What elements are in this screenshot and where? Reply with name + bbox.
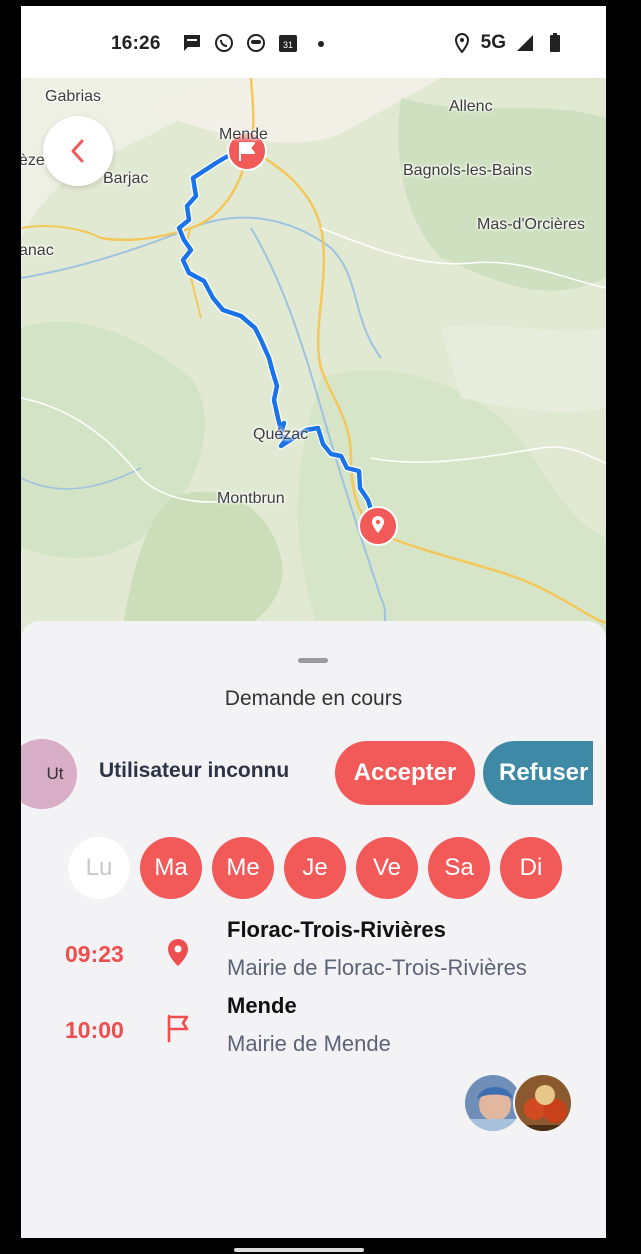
refuse-button-clip: Refuser	[483, 741, 593, 805]
signal-icon	[514, 32, 536, 54]
map-label-gabrias: Gabrias	[45, 88, 102, 105]
status-bar: 16:26 31 5G	[21, 6, 606, 78]
arrival-place: Mairie de Mende	[227, 1031, 391, 1056]
refuse-button[interactable]: Refuser	[483, 741, 593, 805]
passenger-avatars	[463, 1073, 583, 1137]
location-icon	[451, 32, 473, 54]
day-lu[interactable]: Lu	[68, 837, 130, 899]
map-label-barjac: Barjac	[103, 170, 149, 187]
sheet-title: Demande en cours	[224, 687, 403, 710]
map-label-mende: Mende	[219, 126, 268, 143]
message-icon	[181, 32, 203, 54]
avatar[interactable]	[513, 1073, 573, 1133]
day-ve[interactable]: Ve	[356, 837, 418, 899]
departure-place: Mairie de Florac-Trois-Rivières	[227, 955, 527, 980]
day-sa[interactable]: Sa	[428, 837, 490, 899]
map-label-eze: èze	[21, 152, 45, 169]
system-status: 5G	[451, 32, 566, 54]
day-me[interactable]: Me	[212, 837, 274, 899]
arrival-stop: 10:00 Mende Mairie de Mende	[21, 993, 606, 1073]
map-label-mas-dorcieres: Mas-d'Orcières	[477, 216, 585, 233]
map-label-montbrun: Montbrun	[217, 490, 285, 507]
day-je[interactable]: Je	[284, 837, 346, 899]
phone-screen: 16:26 31 5G Gabrias Allenc Mende èze Bar…	[21, 6, 606, 1238]
day-di[interactable]: Di	[500, 837, 562, 899]
departure-city: Florac-Trois-Rivières	[227, 917, 446, 942]
system-nav-handle[interactable]	[234, 1248, 364, 1252]
arrival-city: Mende	[227, 993, 297, 1018]
request-user-row: Ut Utilisateur inconnu Accepter Refuser	[21, 735, 606, 809]
status-time: 16:26	[111, 33, 161, 54]
start-marker[interactable]	[358, 506, 398, 546]
departure-stop: 09:23 Florac-Trois-Rivières Mairie de Fl…	[21, 917, 606, 997]
departure-time: 09:23	[65, 941, 124, 967]
flag-icon	[167, 1014, 189, 1043]
arrival-time: 10:00	[65, 1017, 124, 1043]
back-button[interactable]	[43, 116, 113, 186]
map-label-anac: anac	[21, 242, 54, 259]
sheet-drag-handle[interactable]	[298, 658, 328, 663]
battery-icon	[544, 32, 566, 54]
chevron-left-icon	[71, 139, 84, 163]
map-label-allenc: Allenc	[449, 98, 493, 115]
bottom-sheet: Demande en cours Ut Utilisateur inconnu …	[21, 621, 606, 1238]
map-label-bagnols: Bagnols-les-Bains	[403, 162, 532, 179]
notification-icons: 31	[181, 32, 299, 54]
location-pin-icon	[168, 939, 188, 966]
calendar-day: 31	[283, 40, 293, 50]
more-notifications-dot	[318, 41, 324, 47]
day-ma[interactable]: Ma	[140, 837, 202, 899]
face-icon	[245, 32, 267, 54]
weekday-selector: Lu Ma Me Je Ve Sa Di	[68, 837, 562, 899]
whatsapp-icon	[213, 32, 235, 54]
calendar-icon: 31	[277, 32, 299, 54]
network-type: 5G	[480, 32, 506, 53]
user-name: Utilisateur inconnu	[99, 759, 290, 782]
accept-button[interactable]: Accepter	[335, 741, 475, 805]
avatar: Ut	[21, 739, 77, 809]
avatar-initials: Ut	[46, 764, 64, 783]
map-label-quezac: Quézac	[253, 426, 309, 443]
